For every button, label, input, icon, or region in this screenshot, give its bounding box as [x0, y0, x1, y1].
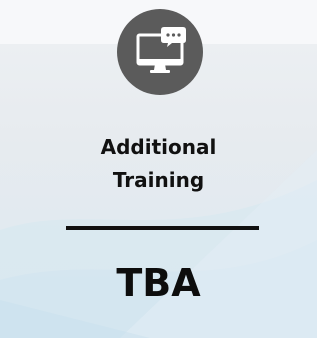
computer-chat-icon: [117, 9, 203, 95]
status-text: TBA: [116, 261, 201, 305]
title-line-2: Training: [112, 168, 205, 192]
card-title: Additional Training: [0, 131, 317, 197]
training-card: Additional Training TBA: [0, 0, 317, 338]
divider: [66, 226, 259, 230]
title-line-1: Additional: [100, 135, 217, 159]
